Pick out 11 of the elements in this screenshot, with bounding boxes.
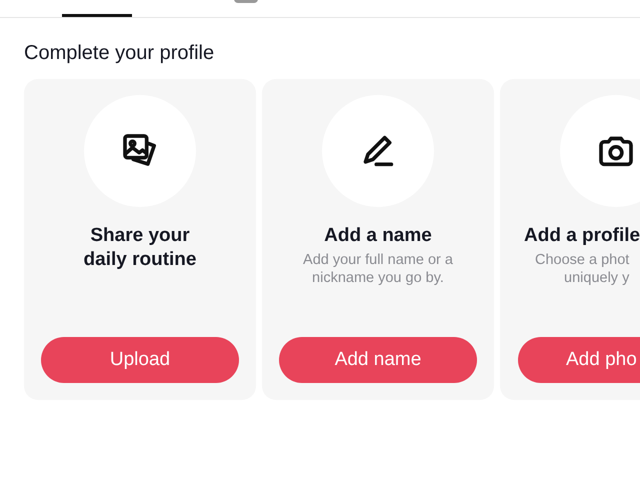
action-button[interactable]: Add name: [279, 337, 477, 383]
card-description: Add your full name or a nickname you go by.: [302, 251, 454, 287]
card-title: Share your daily routine: [84, 224, 196, 272]
active-tab-indicator: [62, 14, 132, 17]
section-title: Complete your profile: [24, 41, 216, 65]
action-button[interactable]: Upload: [41, 337, 239, 383]
add-photo-button[interactable]: Add pho: [518, 337, 640, 383]
tab-icon: [234, 0, 258, 3]
card-title: Add a profile: [523, 224, 640, 248]
card-title: Add a name: [324, 224, 432, 248]
card-description: Choose a phot uniquely y: [534, 251, 630, 287]
